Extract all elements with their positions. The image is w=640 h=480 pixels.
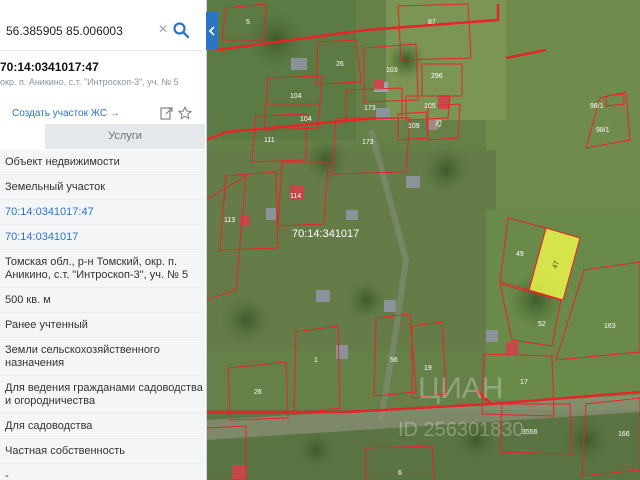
tab-services[interactable]: Услуги <box>45 124 205 149</box>
plot-label: 111 <box>264 137 275 144</box>
info-row-text: Земельный участок <box>5 181 106 193</box>
map-view[interactable]: 5 87 26 103 296 104 104 173 109 173 109 … <box>206 0 640 480</box>
quarter-label: 70:14:341017 <box>292 228 359 240</box>
info-panel: × 70:14:0341017:47 окр. п. Аникино, с.т.… <box>0 0 207 480</box>
info-row: - <box>0 464 205 480</box>
plot-label: 19 <box>424 365 432 372</box>
plot-label: 163 <box>604 323 616 330</box>
create-plot-link[interactable]: Создать участок ЖС → <box>12 108 120 119</box>
plot-label: 26 <box>254 389 262 396</box>
info-row: 500 кв. м <box>0 288 205 313</box>
watermark-id: ID 256301830 <box>398 419 524 441</box>
plot-label: 1 <box>314 357 318 364</box>
info-row: Для садоводства <box>0 414 205 439</box>
plot-label: 52 <box>538 321 546 328</box>
plot-label: 103 <box>386 67 398 74</box>
parcel-title: 70:14:0341017:47 <box>0 60 99 74</box>
plot-label: 166 <box>618 431 630 438</box>
tab-info[interactable] <box>0 124 45 149</box>
info-row-text: и огородничества <box>5 395 96 407</box>
star-icon[interactable] <box>178 106 192 120</box>
search-bar: × <box>0 12 203 51</box>
info-row-text: 70:14:0341017 <box>5 231 79 243</box>
info-row-text: Томская обл., р-н Томский, окр. п. <box>5 256 178 268</box>
plot-label: 104 <box>290 93 302 100</box>
plot-label: 3556 <box>522 429 538 436</box>
plot-label: 296 <box>431 73 443 80</box>
chevron-left-icon <box>208 26 215 36</box>
info-row: Для ведения гражданами садоводства и огор… <box>0 376 205 414</box>
collapse-panel-button[interactable] <box>206 12 218 50</box>
plot-label: 5 <box>246 19 250 26</box>
info-row: Объект недвижимости <box>0 150 205 175</box>
plot-label: 98/1 <box>590 103 604 110</box>
plot-label: 6 <box>398 470 402 477</box>
info-row-text: Для ведения гражданами садоводства <box>5 382 203 394</box>
search-input[interactable] <box>6 22 146 40</box>
watermark-logo: ЦИАН <box>418 372 503 405</box>
info-row-text: Земли сельскохозяйственного <box>5 344 160 356</box>
plot-label: 114 <box>290 193 301 200</box>
satellite-map[interactable]: 5 87 26 103 296 104 104 173 109 173 109 … <box>206 0 640 480</box>
plot-label: 49 <box>516 251 524 258</box>
parcel-address: окр. п. Аникино, с.т. "Интроскоп-3", уч.… <box>0 77 179 87</box>
info-row[interactable]: 70:14:0341017:47 <box>0 200 205 225</box>
clear-icon[interactable]: × <box>155 21 171 39</box>
plot-label: 173 <box>364 105 376 112</box>
tabs: Услуги <box>0 124 205 149</box>
plot-label: 87 <box>428 19 436 26</box>
plot-label: 113 <box>224 217 235 224</box>
info-row: Томская обл., р-н Томский, окр. п. Аникин… <box>0 250 205 288</box>
info-row-text: 70:14:0341017:47 <box>5 206 94 218</box>
info-row[interactable]: 70:14:0341017 <box>0 225 205 250</box>
plot-label: 26 <box>336 61 344 68</box>
plot-label: 98/1 <box>596 127 610 134</box>
plot-label: 17 <box>520 379 528 386</box>
plot-label: 109 <box>408 123 420 130</box>
info-row-text: 500 кв. м <box>5 294 51 306</box>
info-row-text: Частная собственность <box>5 445 126 457</box>
plot-label: 56 <box>390 357 398 364</box>
info-row-text: - <box>5 470 9 480</box>
info-row-text: назначения <box>5 357 65 369</box>
info-row: Частная собственность <box>0 439 205 464</box>
info-row-text: Ранее учтенный <box>5 319 88 331</box>
info-row-text: Объект недвижимости <box>5 156 120 168</box>
info-row-text: Для садоводства <box>5 420 93 432</box>
info-row: Земли сельскохозяйственного назначения <box>0 338 205 376</box>
search-icon[interactable] <box>172 21 190 39</box>
plot-label: 173 <box>362 139 374 146</box>
share-icon[interactable] <box>160 107 173 120</box>
plot-label: 104 <box>300 116 312 123</box>
info-row: Земельный участок <box>0 175 205 200</box>
plot-label: 109 <box>424 103 436 110</box>
info-row-text: Аникино, с.т. "Интроскоп-3", уч. № 5 <box>5 269 189 281</box>
info-row: Ранее учтенный <box>0 313 205 338</box>
